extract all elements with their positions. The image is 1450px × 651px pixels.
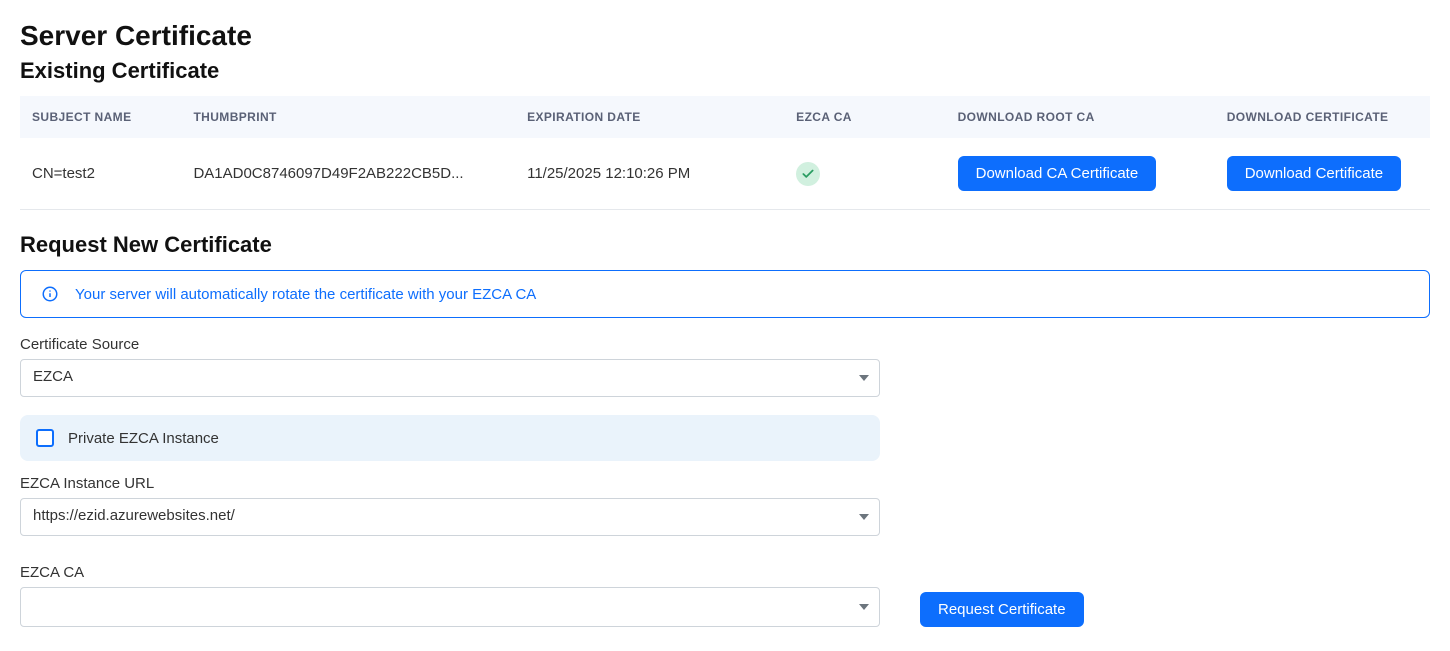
- download-cert-button[interactable]: Download Certificate: [1227, 156, 1401, 191]
- info-banner: Your server will automatically rotate th…: [20, 270, 1430, 318]
- col-header-subject: SUBJECT NAME: [20, 96, 181, 138]
- cell-ezca-ca: [784, 138, 945, 210]
- cell-subject: CN=test2: [20, 138, 181, 210]
- page-title: Server Certificate: [20, 20, 1430, 52]
- chevron-down-icon: [859, 604, 869, 610]
- instance-url-value: https://ezid.azurewebsites.net/: [33, 507, 235, 524]
- download-ca-button[interactable]: Download CA Certificate: [958, 156, 1157, 191]
- table-row: CN=test2 DA1AD0C8746097D49F2AB222CB5D...…: [20, 138, 1430, 210]
- cell-expiration: 11/25/2025 12:10:26 PM: [515, 138, 784, 210]
- cell-download-cert: Download Certificate: [1215, 138, 1430, 210]
- col-header-ezca-ca: EZCA CA: [784, 96, 945, 138]
- instance-url-label: EZCA Instance URL: [20, 475, 880, 492]
- cell-thumbprint: DA1AD0C8746097D49F2AB222CB5D...: [181, 138, 515, 210]
- cell-download-root: Download CA Certificate: [946, 138, 1215, 210]
- request-certificate-button[interactable]: Request Certificate: [920, 592, 1084, 627]
- private-instance-card[interactable]: Private EZCA Instance: [20, 415, 880, 461]
- private-instance-label: Private EZCA Instance: [68, 430, 219, 447]
- private-instance-checkbox[interactable]: [36, 429, 54, 447]
- request-cert-heading: Request New Certificate: [20, 232, 1430, 258]
- check-icon: [796, 162, 820, 186]
- col-header-download-cert: DOWNLOAD CERTIFICATE: [1215, 96, 1430, 138]
- chevron-down-icon: [859, 375, 869, 381]
- cert-source-label: Certificate Source: [20, 336, 880, 353]
- existing-cert-heading: Existing Certificate: [20, 58, 1430, 84]
- col-header-expiration: EXPIRATION DATE: [515, 96, 784, 138]
- info-banner-text: Your server will automatically rotate th…: [75, 286, 536, 303]
- cert-source-select[interactable]: EZCA: [20, 359, 880, 397]
- chevron-down-icon: [859, 514, 869, 520]
- instance-url-select[interactable]: https://ezid.azurewebsites.net/: [20, 498, 880, 536]
- cert-source-value: EZCA: [33, 368, 73, 385]
- ezca-ca-select[interactable]: [20, 587, 880, 627]
- info-icon: [41, 285, 59, 303]
- existing-cert-table: SUBJECT NAME THUMBPRINT EXPIRATION DATE …: [20, 96, 1430, 210]
- col-header-download-root: DOWNLOAD ROOT CA: [946, 96, 1215, 138]
- col-header-thumbprint: THUMBPRINT: [181, 96, 515, 138]
- ezca-ca-label: EZCA CA: [20, 564, 880, 581]
